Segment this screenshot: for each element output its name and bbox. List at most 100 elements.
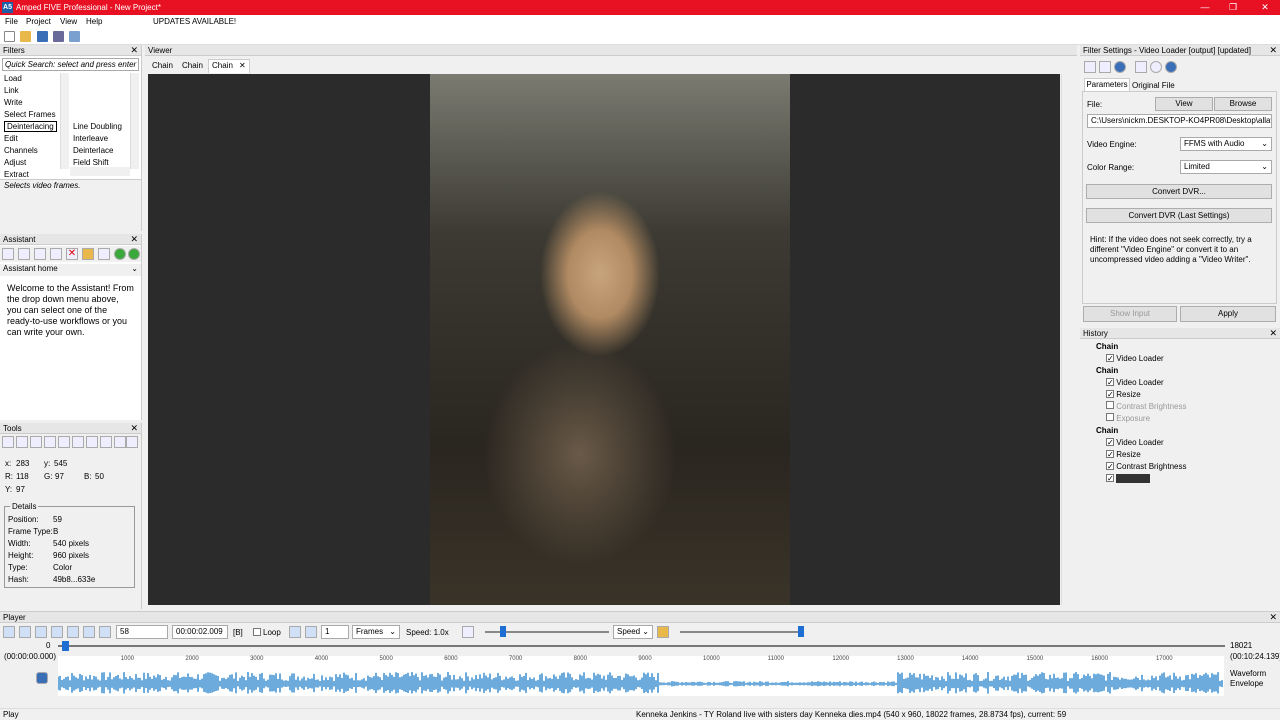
show-input-button[interactable]: Show Input: [1083, 306, 1177, 322]
line-icon[interactable]: [86, 436, 98, 448]
new-project-icon[interactable]: [4, 31, 15, 42]
step-icon[interactable]: [67, 626, 79, 638]
updates-available[interactable]: UPDATES AVAILABLE!: [153, 17, 236, 26]
reset-speed-icon[interactable]: [462, 626, 474, 638]
copy-icon[interactable]: [1099, 61, 1111, 73]
convert-dvr-button[interactable]: Convert DVR...: [1086, 184, 1272, 199]
menu-view[interactable]: View: [60, 17, 77, 26]
first-frame-icon[interactable]: [35, 626, 47, 638]
history-checkbox[interactable]: [1106, 474, 1114, 482]
close-icon[interactable]: ✕: [1269, 612, 1277, 623]
time-input[interactable]: 00:00:02.009: [172, 625, 228, 639]
delete-icon[interactable]: ✕: [66, 248, 78, 260]
add-icon[interactable]: [114, 248, 126, 260]
folder-icon[interactable]: [82, 248, 94, 260]
maximize-button[interactable]: ❐: [1218, 0, 1248, 15]
history-item[interactable]: Exposure: [1116, 414, 1150, 423]
subfilter-item[interactable]: Line Doubling: [70, 121, 130, 133]
waveform-settings-icon[interactable]: [36, 672, 48, 684]
pause-icon[interactable]: [3, 626, 15, 638]
close-icon[interactable]: ✕: [1269, 328, 1277, 339]
subfilter-item[interactable]: Deinterlace: [70, 145, 130, 157]
filter-search-input[interactable]: Quick Search: select and press enter: [2, 58, 139, 71]
category-list[interactable]: Load Link Write Select Frames Deinterlac…: [1, 73, 69, 177]
speed-slider-thumb[interactable]: [499, 626, 506, 637]
audio-icon[interactable]: [657, 626, 669, 638]
new-icon[interactable]: [2, 248, 14, 260]
history-item[interactable]: Contrast Brightness: [1116, 402, 1186, 411]
filter-icon[interactable]: [99, 626, 111, 638]
frame-input[interactable]: 58: [116, 625, 168, 639]
history-tree[interactable]: Chain Video Loader Chain Video Loader Re…: [1084, 341, 1279, 485]
subfilter-item[interactable]: Interleave: [70, 133, 130, 145]
tab-chain[interactable]: Chain: [182, 61, 203, 70]
category-item[interactable]: Load: [1, 73, 69, 85]
last-frame-icon[interactable]: [51, 626, 63, 638]
menu-project[interactable]: Project: [26, 17, 51, 26]
step-input[interactable]: 1: [321, 625, 349, 639]
history-item[interactable]: Contrast Brightness: [1116, 462, 1186, 471]
back-icon[interactable]: [1150, 61, 1162, 73]
tab-chain[interactable]: Chain: [152, 61, 173, 70]
import-icon[interactable]: [69, 31, 80, 42]
help-icon[interactable]: [1114, 61, 1126, 73]
apply-button[interactable]: Apply: [1180, 306, 1276, 322]
history-item[interactable]: Video Loader: [1116, 378, 1163, 387]
close-icon[interactable]: ✕: [130, 234, 138, 245]
convert-dvr-last-button[interactable]: Convert DVR (Last Settings): [1086, 208, 1272, 223]
history-item-selected[interactable]: Exposure: [1116, 474, 1151, 483]
history-chain[interactable]: Chain: [1084, 365, 1279, 377]
refresh-icon[interactable]: [98, 248, 110, 260]
close-icon[interactable]: ✕: [130, 45, 138, 56]
pan-icon[interactable]: [30, 436, 42, 448]
history-checkbox[interactable]: [1106, 354, 1114, 362]
hand-icon[interactable]: [44, 436, 56, 448]
assistant-dropdown[interactable]: Assistant home ⌄: [0, 264, 141, 276]
pointer-icon[interactable]: [2, 436, 14, 448]
view-button[interactable]: View: [1155, 97, 1213, 111]
browse-button[interactable]: Browse: [1214, 97, 1272, 111]
color-range-select[interactable]: Limited ⌄: [1180, 160, 1272, 174]
next-icon[interactable]: [305, 626, 317, 638]
history-chain[interactable]: Chain: [1084, 341, 1279, 353]
waveform-area[interactable]: 1000 2000 3000 4000 5000 6000 7000 8000 9000 1000…: [58, 656, 1224, 696]
units-select[interactable]: Frames ⌄: [352, 625, 400, 639]
history-item[interactable]: Resize: [1116, 390, 1140, 399]
previous-icon[interactable]: [289, 626, 301, 638]
subfilter-list[interactable]: Line Doubling Interleave Deinterlace Fie…: [70, 121, 130, 169]
selection-icon[interactable]: [58, 436, 70, 448]
viewer-scrollbar[interactable]: [1061, 74, 1071, 605]
grid-icon[interactable]: [100, 436, 112, 448]
zoom-icon[interactable]: [16, 436, 28, 448]
tab-close-icon[interactable]: ✕: [239, 61, 246, 70]
history-checkbox[interactable]: [1106, 401, 1114, 409]
close-button[interactable]: ✕: [1250, 0, 1280, 15]
history-chain[interactable]: Chain: [1084, 425, 1279, 437]
history-item[interactable]: Resize: [1116, 450, 1140, 459]
tab-original-file[interactable]: Original File: [1132, 80, 1175, 91]
stop-icon[interactable]: [19, 626, 31, 638]
close-icon[interactable]: ✕: [130, 423, 138, 434]
loop-checkbox[interactable]: [253, 628, 261, 636]
history-checkbox[interactable]: [1106, 413, 1114, 421]
save-icon[interactable]: [37, 31, 48, 42]
checkbox-icon[interactable]: [1084, 61, 1096, 73]
category-item[interactable]: Write: [1, 97, 69, 109]
category-scrollbar[interactable]: [60, 73, 69, 169]
open-folder-icon[interactable]: [20, 31, 31, 42]
history-checkbox[interactable]: [1106, 378, 1114, 386]
reset-icon[interactable]: [1135, 61, 1147, 73]
minimize-button[interactable]: —: [1190, 0, 1220, 15]
video-engine-select[interactable]: FFMS with Audio ⌄: [1180, 137, 1272, 151]
menu-help[interactable]: Help: [86, 17, 102, 26]
speed-select[interactable]: Speed ⌄: [613, 625, 653, 639]
pencil-icon[interactable]: [34, 248, 46, 260]
category-item-selected[interactable]: Deinterlacing: [4, 121, 57, 132]
forward-icon[interactable]: [1165, 61, 1177, 73]
snapshot-icon[interactable]: [83, 626, 95, 638]
timeline-thumb[interactable]: [61, 641, 69, 651]
subfilter-hscrollbar[interactable]: [70, 167, 130, 176]
category-item[interactable]: Channels: [1, 145, 69, 157]
category-item[interactable]: Link: [1, 85, 69, 97]
history-item[interactable]: Video Loader: [1116, 354, 1163, 363]
